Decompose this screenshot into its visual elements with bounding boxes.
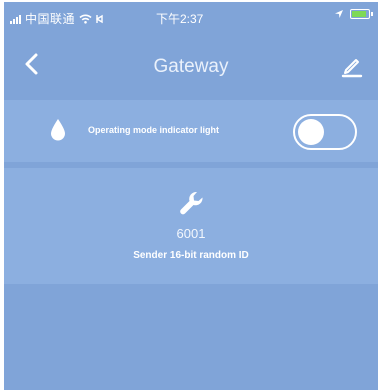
- sender-id-value: 6001: [176, 226, 206, 241]
- status-bar: 中国联通 下午2:37: [4, 2, 378, 32]
- status-right: [334, 9, 373, 19]
- status-left: 中国联通: [10, 10, 104, 27]
- battery-tip: [371, 12, 373, 16]
- indicator-light-label: Operating mode indicator light: [88, 125, 220, 135]
- nav-bar: Gateway: [4, 32, 378, 98]
- status-time: 下午2:37: [156, 12, 204, 26]
- pencil-icon: [341, 59, 363, 78]
- network-activity-icon: [96, 14, 104, 24]
- indicator-light-row: Operating mode indicator light: [4, 100, 378, 162]
- location-arrow-icon: [334, 9, 344, 19]
- signal-icon: [10, 14, 21, 24]
- battery-level: [352, 11, 366, 17]
- sender-id-caption: Sender 16-bit random ID: [133, 250, 249, 261]
- indicator-light-toggle[interactable]: [293, 114, 357, 150]
- carrier-name: 中国联通: [25, 12, 76, 26]
- page-title: Gateway: [153, 56, 229, 77]
- toggle-knob: [298, 119, 324, 145]
- wifi-icon: [79, 14, 92, 24]
- sender-id-card: 6001 Sender 16-bit random ID: [4, 168, 378, 284]
- edit-button[interactable]: [340, 54, 364, 78]
- drop-icon: [51, 119, 65, 141]
- app-screen: 中国联通 下午2:37 Gateway Operating mode indic…: [4, 2, 378, 390]
- battery-icon: [350, 9, 373, 19]
- wrench-icon: [180, 191, 203, 215]
